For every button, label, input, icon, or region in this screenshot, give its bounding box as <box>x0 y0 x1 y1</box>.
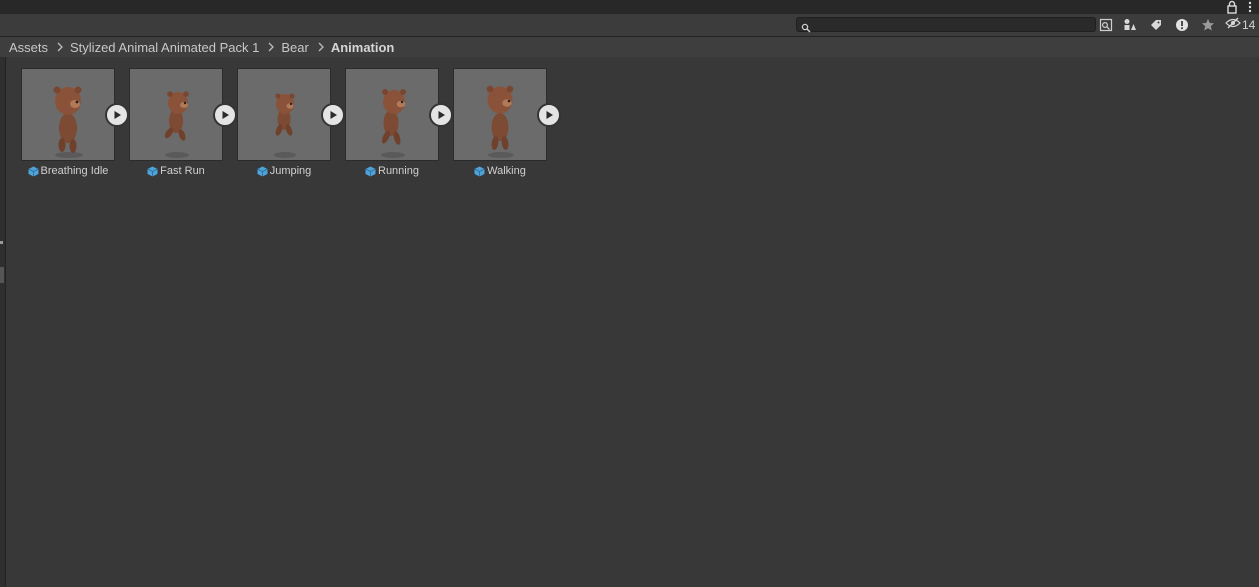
project-toolbar: 14 <box>0 14 1259 37</box>
window-title-bar <box>0 0 1259 14</box>
chevron-right-icon <box>264 41 278 53</box>
hidden-count-label: 14 <box>1242 18 1256 32</box>
model-prefab-icon <box>365 166 376 177</box>
play-animation-button[interactable] <box>105 103 129 127</box>
asset-tile[interactable]: Walking <box>453 68 561 183</box>
play-icon <box>222 111 229 119</box>
bear-model-preview <box>274 93 296 158</box>
breadcrumb-item-bear[interactable]: Bear <box>281 40 308 55</box>
bear-model-preview <box>486 85 514 158</box>
eye-slash-icon <box>1225 16 1241 34</box>
play-icon <box>438 111 445 119</box>
model-prefab-icon <box>474 166 485 177</box>
asset-thumbnail[interactable] <box>129 68 223 161</box>
search-scope-icon[interactable] <box>1097 17 1115 33</box>
more-options-icon[interactable] <box>1245 0 1255 14</box>
search-input[interactable] <box>813 18 1093 31</box>
play-icon <box>114 111 121 119</box>
play-animation-button[interactable] <box>321 103 345 127</box>
breadcrumb-item-assets[interactable]: Assets <box>9 40 48 55</box>
asset-thumbnail[interactable] <box>453 68 547 161</box>
play-animation-button[interactable] <box>213 103 237 127</box>
splitter-mark <box>0 241 3 244</box>
model-prefab-icon <box>27 166 39 177</box>
model-prefab-icon <box>147 166 158 177</box>
breadcrumb-item-current[interactable]: Animation <box>331 40 395 55</box>
search-icon <box>801 20 811 33</box>
breadcrumb: Assets Stylized Animal Animated Pack 1 B… <box>0 37 1259 57</box>
search-field[interactable] <box>796 17 1096 33</box>
asset-name: Jumping <box>269 165 312 177</box>
chevron-right-icon <box>53 41 67 53</box>
play-icon <box>546 111 553 119</box>
bear-model-preview <box>164 91 189 158</box>
play-animation-button[interactable] <box>537 103 561 127</box>
play-icon <box>330 111 337 119</box>
asset-thumbnail[interactable] <box>21 68 115 161</box>
chevron-right-icon <box>314 41 328 53</box>
asset-thumbnail[interactable] <box>345 68 439 161</box>
filter-by-type-icon[interactable] <box>1121 17 1139 33</box>
favorites-star-icon[interactable] <box>1199 17 1217 33</box>
asset-name: Fast Run <box>160 165 205 177</box>
bear-model-preview <box>53 86 83 158</box>
asset-label: Walking <box>433 165 567 177</box>
play-animation-button[interactable] <box>429 103 453 127</box>
asset-name: Breathing Idle <box>40 165 109 177</box>
bear-model-preview <box>381 89 406 158</box>
splitter-handle[interactable] <box>0 267 4 283</box>
issues-icon[interactable] <box>1173 17 1191 33</box>
lock-icon[interactable] <box>1225 0 1239 14</box>
breadcrumb-item-pack[interactable]: Stylized Animal Animated Pack 1 <box>70 40 259 55</box>
folder-tree-splitter[interactable] <box>0 57 6 587</box>
asset-name: Running <box>378 165 419 177</box>
filter-by-label-icon[interactable] <box>1147 17 1165 33</box>
asset-name: Walking <box>487 165 526 177</box>
model-prefab-icon <box>257 166 268 177</box>
hidden-packages-toggle[interactable]: 14 <box>1225 16 1256 34</box>
asset-thumbnail[interactable] <box>237 68 331 161</box>
